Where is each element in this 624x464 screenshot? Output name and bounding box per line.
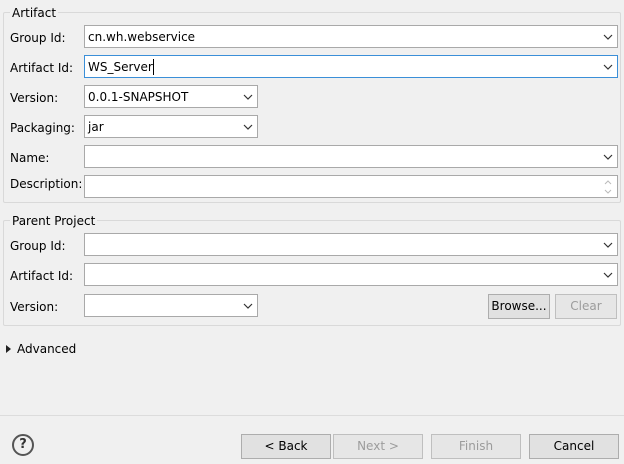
parent-version-label: Version: bbox=[10, 300, 59, 314]
parent-project-group-title: Parent Project bbox=[10, 214, 98, 228]
cancel-button[interactable]: Cancel bbox=[529, 434, 619, 459]
artifact-group-title: Artifact bbox=[10, 6, 59, 20]
packaging-value: jar bbox=[88, 120, 104, 134]
advanced-toggle[interactable]: Advanced bbox=[17, 342, 76, 356]
parent-group-id-label: Group Id: bbox=[10, 239, 66, 253]
chevron-down-icon[interactable] bbox=[603, 271, 613, 279]
next-button[interactable]: Next > bbox=[333, 434, 423, 459]
chevron-down-icon[interactable] bbox=[603, 63, 613, 71]
chevron-down-icon[interactable] bbox=[243, 93, 253, 101]
description-label: Description: bbox=[10, 177, 83, 191]
scroll-arrows-icon[interactable] bbox=[603, 178, 613, 196]
version-value: 0.0.1-SNAPSHOT bbox=[88, 90, 189, 104]
artifact-id-combo[interactable]: WS_Server bbox=[84, 55, 618, 78]
version-combo[interactable]: 0.0.1-SNAPSHOT bbox=[84, 85, 258, 108]
chevron-down-icon[interactable] bbox=[243, 123, 253, 131]
parent-version-combo[interactable] bbox=[84, 294, 258, 317]
group-id-combo[interactable]: cn.wh.webservice bbox=[84, 25, 618, 48]
packaging-combo[interactable]: jar bbox=[84, 115, 258, 138]
triangle-right-icon[interactable] bbox=[6, 345, 11, 353]
browse-button[interactable]: Browse... bbox=[488, 294, 550, 319]
parent-group-id-combo[interactable] bbox=[84, 233, 618, 256]
description-textarea[interactable] bbox=[84, 175, 618, 198]
help-icon[interactable]: ? bbox=[12, 434, 34, 456]
back-button[interactable]: < Back bbox=[241, 434, 331, 459]
parent-artifact-id-combo[interactable] bbox=[84, 263, 618, 286]
chevron-down-icon[interactable] bbox=[603, 33, 613, 41]
chevron-down-icon[interactable] bbox=[603, 241, 613, 249]
finish-button[interactable]: Finish bbox=[431, 434, 521, 459]
parent-artifact-id-label: Artifact Id: bbox=[10, 269, 74, 283]
chevron-down-icon[interactable] bbox=[243, 302, 253, 310]
name-label: Name: bbox=[10, 151, 50, 165]
version-label: Version: bbox=[10, 91, 59, 105]
chevron-down-icon[interactable] bbox=[603, 153, 613, 161]
packaging-label: Packaging: bbox=[10, 121, 75, 135]
artifact-id-label: Artifact Id: bbox=[10, 61, 74, 75]
footer-separator bbox=[0, 415, 624, 416]
group-id-label: Group Id: bbox=[10, 31, 66, 45]
text-caret bbox=[153, 59, 154, 75]
artifact-id-value: WS_Server bbox=[88, 60, 153, 74]
name-combo[interactable] bbox=[84, 145, 618, 168]
clear-button[interactable]: Clear bbox=[555, 294, 617, 319]
group-id-value: cn.wh.webservice bbox=[88, 30, 196, 44]
